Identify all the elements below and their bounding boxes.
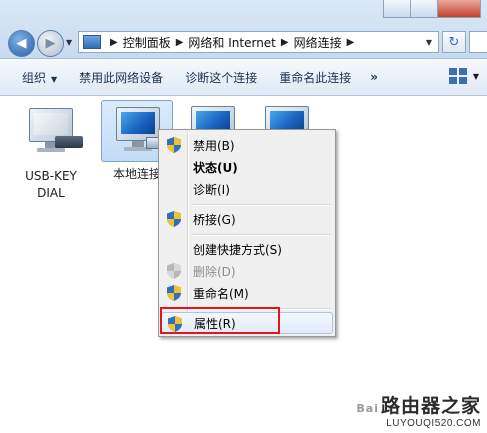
arrow-right-icon: ▶ xyxy=(45,36,56,51)
control-panel-icon xyxy=(83,35,101,49)
arrow-left-icon: ◀ xyxy=(16,36,27,51)
uac-shield-icon xyxy=(167,285,181,301)
chevron-down-icon: ▼ xyxy=(51,74,58,84)
menu-item-create-shortcut[interactable]: 创建快捷方式(S) xyxy=(161,238,333,260)
title-bar: ◀ ▶ ▼ ▶ 控制面板 ▶ 网络和 Internet ▶ 网络连接 ▶ ▼ ↻ xyxy=(0,0,487,59)
uac-shield-icon xyxy=(167,137,181,153)
maximize-button[interactable] xyxy=(410,0,438,18)
view-options-icon[interactable] xyxy=(449,68,467,84)
watermark-title: Bai 路由器之家 xyxy=(356,395,481,417)
refresh-button[interactable]: ↻ xyxy=(442,31,466,53)
more-commands-button[interactable]: » xyxy=(362,70,386,84)
menu-item-label: 重命名(M) xyxy=(193,286,249,301)
address-dropdown-icon[interactable]: ▼ xyxy=(426,38,432,47)
breadcrumb-network-internet[interactable]: 网络和 Internet xyxy=(188,34,275,51)
modem-computer-icon xyxy=(15,102,87,164)
search-input[interactable] xyxy=(469,31,487,53)
refresh-icon: ↻ xyxy=(448,34,460,50)
minimize-button[interactable] xyxy=(383,0,411,18)
uac-shield-icon xyxy=(167,211,181,227)
context-menu: 禁用(B) 状态(U) 诊断(I) 桥接(G) 创建快捷方式(S) 删除(D) xyxy=(158,129,336,337)
rename-button[interactable]: 重命名此连接 xyxy=(268,69,362,86)
watermark-url: LUYOUQI520.COM xyxy=(386,418,481,429)
menu-item-label: 创建快捷方式(S) xyxy=(193,242,282,257)
menu-item-label: 删除(D) xyxy=(193,264,236,279)
chevron-down-icon[interactable]: ▼ xyxy=(473,72,479,81)
back-button[interactable]: ◀ xyxy=(8,30,35,57)
breadcrumb-chevron-icon[interactable]: ▶ xyxy=(347,37,355,48)
diagnose-button[interactable]: 诊断这个连接 xyxy=(174,69,268,86)
menu-item-status[interactable]: 状态(U) xyxy=(161,156,333,178)
close-button[interactable] xyxy=(437,0,481,18)
forward-button[interactable]: ▶ xyxy=(37,30,64,57)
menu-item-label: 诊断(I) xyxy=(193,182,230,197)
breadcrumb-network-connections[interactable]: 网络连接 xyxy=(294,34,342,51)
window-controls xyxy=(383,0,481,18)
recent-pages-chevron-icon[interactable]: ▼ xyxy=(66,38,72,47)
menu-item-label: 桥接(G) xyxy=(193,212,236,227)
menu-item-label: 禁用(B) xyxy=(193,138,235,153)
breadcrumb-chevron-icon[interactable]: ▶ xyxy=(281,37,289,48)
disable-device-button[interactable]: 禁用此网络设备 xyxy=(68,69,174,86)
breadcrumb-chevron-icon[interactable]: ▶ xyxy=(110,37,118,48)
organize-menu[interactable]: 组织 ▼ xyxy=(0,69,68,86)
address-bar[interactable]: ▶ 控制面板 ▶ 网络和 Internet ▶ 网络连接 ▶ ▼ xyxy=(78,31,439,53)
menu-item-disable[interactable]: 禁用(B) xyxy=(161,134,333,156)
breadcrumb-control-panel[interactable]: 控制面板 xyxy=(123,34,171,51)
menu-item-bridge[interactable]: 桥接(G) xyxy=(161,208,333,230)
breadcrumb-chevron-icon[interactable]: ▶ xyxy=(176,37,184,48)
menu-item-rename[interactable]: 重命名(M) xyxy=(161,282,333,304)
menu-separator xyxy=(191,234,331,236)
organize-label: 组织 xyxy=(22,70,47,85)
highlight-box xyxy=(160,307,280,334)
uac-shield-icon xyxy=(167,263,181,279)
command-bar: 组织 ▼ 禁用此网络设备 诊断这个连接 重命名此连接 » ▼ xyxy=(0,59,487,96)
menu-item-diagnose[interactable]: 诊断(I) xyxy=(161,178,333,200)
watermark: Bai 路由器之家 LUYOUQI520.COM xyxy=(356,391,481,429)
menu-item-label: 状态(U) xyxy=(193,160,238,175)
menu-separator xyxy=(191,204,331,206)
menu-item-delete: 删除(D) xyxy=(161,260,333,282)
connection-label: USB-KEY DIAL xyxy=(25,169,77,200)
connection-item-usb-key[interactable]: USB-KEY DIAL xyxy=(14,102,88,202)
